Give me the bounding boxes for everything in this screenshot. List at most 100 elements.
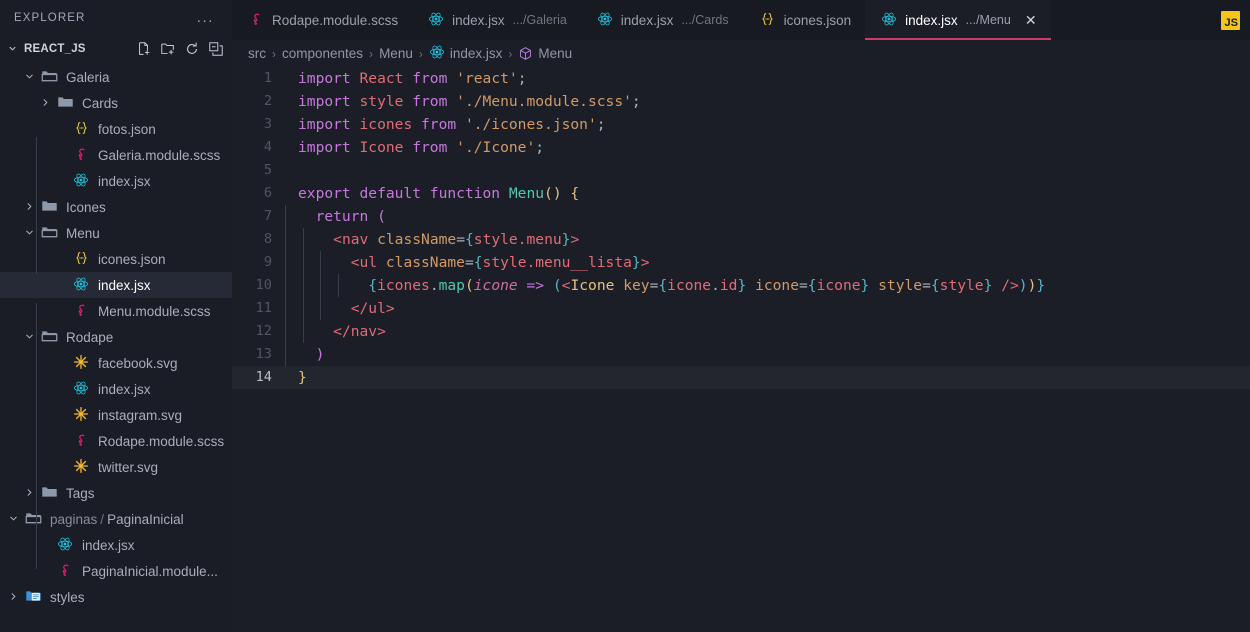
json-icon [73,120,90,139]
tree-item-label: facebook.svg [98,355,178,371]
breadcrumb-item-index-jsx[interactable]: index.jsx [429,44,502,63]
json-icon [73,250,90,269]
tree-item-galeria[interactable]: Galeria [0,64,232,90]
tree-item-rodape[interactable]: Rodape [0,324,232,350]
explorer-more-actions-button[interactable]: ... [191,10,220,25]
code-editor[interactable]: 1 import React from 'react'; 2 import style… [232,67,1250,632]
tree-chevron[interactable] [4,590,22,605]
breadcrumb-separator: › [369,46,374,61]
tree-item-fotos-json[interactable]: fotos.json [0,116,232,142]
chevron-right-icon[interactable] [40,96,51,111]
code-token: } [1036,277,1046,294]
svg-file-icon [73,406,89,425]
code-token: icones [359,116,413,133]
tree-item-rodape-module-scss[interactable]: Rodape.module.scss [0,428,232,454]
tree-chevron[interactable] [20,70,38,85]
tree-item-label: index.jsx [98,381,151,397]
code-indent-guide [285,343,286,366]
breadcrumb-item-componentes[interactable]: componentes [282,46,363,61]
tree-item-icon [38,328,60,347]
tree-item-label: twitter.svg [98,459,159,475]
code-token: </ul> [350,300,395,317]
editor-area: Rodape.module.scss index.jsx .../Galeria in… [232,0,1250,632]
tree-item-instagram-svg[interactable]: instagram.svg [0,402,232,428]
tree-chevron[interactable] [36,96,54,111]
breadcrumb-item-menu[interactable]: Menu [379,46,413,61]
code-token: id [719,277,738,294]
new-file-icon[interactable] [136,41,152,57]
code-token: } [298,369,307,386]
project-section-header[interactable]: REACT_JS [0,36,232,61]
code-token: icone [755,277,799,294]
tree-item-icon [70,458,92,477]
chevron-right-icon[interactable] [24,486,35,501]
code-token: ) [1018,277,1028,294]
code-line: 14} [232,366,1250,389]
tree-item-galeria-module-scss[interactable]: Galeria.module.scss [0,142,232,168]
tree-chevron[interactable] [4,512,22,527]
code-token: { [368,277,378,294]
tree-item-index-jsx[interactable]: index.jsx [0,376,232,402]
tree-item-menu-module-scss[interactable]: Menu.module.scss [0,298,232,324]
code-token: </nav> [333,323,386,340]
editor-tab-icones-json[interactable]: icones.json [743,0,866,40]
line-number: 12 [255,323,272,339]
collapse-all-icon[interactable] [208,41,224,57]
editor-tab-index-jsx[interactable]: index.jsx .../Cards [581,0,743,40]
code-token: { [464,231,474,248]
editor-tab-rodape-module-scss[interactable]: Rodape.module.scss [232,0,412,40]
tree-item-icon [70,380,92,399]
breadcrumb-item-src[interactable]: src [248,46,266,61]
chevron-right-icon[interactable] [24,200,35,215]
tree-item-label: Galeria [66,69,110,85]
chevron-down-icon[interactable] [24,226,35,241]
tree-item-tags[interactable]: Tags [0,480,232,506]
editor-tab-index-jsx[interactable]: index.jsx .../Menu ✕ [865,0,1052,40]
code-token: } [737,277,747,294]
code-token: import [298,116,360,133]
tree-item-label: Rodape [66,329,114,345]
code-line: 13 ) [232,343,1250,366]
tree-item-paginas-paginainicial[interactable]: paginas / PaginaInicial [0,506,232,532]
breadcrumb-label: Menu [538,46,573,61]
chevron-down-icon[interactable] [24,70,35,85]
line-number: 7 [263,208,272,224]
line-number: 10 [255,277,272,293]
tree-item-index-jsx[interactable]: index.jsx [0,168,232,194]
breadcrumb-item-menu[interactable]: Menu [518,46,572,61]
tree-item-twitter-svg[interactable]: twitter.svg [0,454,232,480]
tree-item-index-jsx[interactable]: index.jsx [0,532,232,558]
tree-item-icones[interactable]: Icones [0,194,232,220]
react-jsx-icon [429,44,445,63]
code-token: 'react' [456,70,518,87]
tree-item-icones-json[interactable]: icones.json [0,246,232,272]
tree-item-paginainicial-module[interactable]: PaginaInicial.module... [0,558,232,584]
tree-item-index-jsx[interactable]: index.jsx [0,272,232,298]
file-tree: Galeria Cards fotos.json Galeria.module.scs… [0,61,232,632]
chevron-down-icon[interactable] [8,512,19,527]
code-line-text: import icones from './icones.json'; [284,113,1250,136]
tree-item-icon [38,484,60,503]
json-icon [759,11,776,30]
tab-file-icon [597,11,613,30]
code-token: from [412,116,465,133]
refresh-icon[interactable] [184,41,200,57]
breadcrumb-separator: › [508,46,513,61]
tree-item-cards[interactable]: Cards [0,90,232,116]
tree-item-menu[interactable]: Menu [0,220,232,246]
chevron-right-icon[interactable] [8,590,19,605]
tree-item-facebook-svg[interactable]: facebook.svg [0,350,232,376]
chevron-down-icon[interactable] [24,330,35,345]
tab-label: Rodape.module.scss [272,12,399,28]
code-token: <nav [333,231,369,248]
tab-close-icon[interactable]: ✕ [1025,13,1037,27]
editor-tab-index-jsx[interactable]: index.jsx .../Galeria [412,0,581,40]
tree-item-styles[interactable]: styles [0,584,232,610]
code-token: ; [596,116,606,133]
new-folder-icon[interactable] [160,41,176,57]
